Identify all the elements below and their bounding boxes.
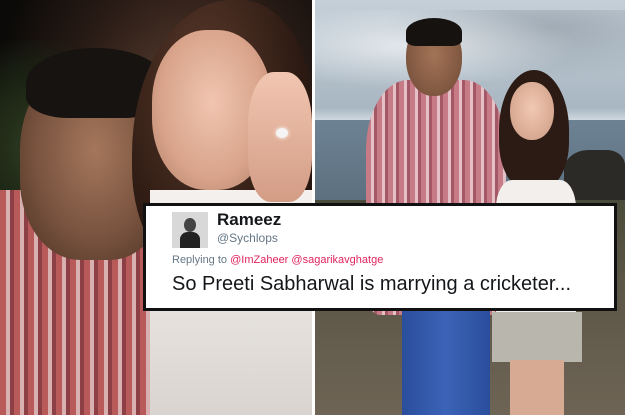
avatar-body: [180, 232, 200, 248]
collage: Rameez @Sychlops Replying to @ImZaheer @…: [0, 0, 625, 415]
woman-skirt: [492, 312, 582, 362]
mention-link[interactable]: @sagarikavghatge: [291, 254, 383, 266]
woman-face: [510, 82, 554, 140]
mention-link[interactable]: @ImZaheer: [230, 254, 288, 266]
tweet-card: Rameez @Sychlops Replying to @ImZaheer @…: [143, 203, 617, 311]
replying-to-label: Replying to: [172, 254, 228, 266]
engagement-ring-icon: [276, 128, 288, 138]
man-blue-jeans: [402, 300, 490, 415]
avatar-head: [184, 218, 196, 232]
tweet-handle[interactable]: @Sychlops: [217, 231, 278, 245]
woman-legs: [510, 360, 564, 415]
user-avatar-icon[interactable]: [172, 212, 208, 248]
tweet-display-name[interactable]: Rameez: [217, 210, 281, 230]
tweet-text: So Preeti Sabharwal is marrying a cricke…: [172, 273, 572, 295]
replying-to-line: Replying to @ImZaheer @sagarikavghatge: [172, 254, 383, 266]
man-hair: [406, 18, 462, 46]
